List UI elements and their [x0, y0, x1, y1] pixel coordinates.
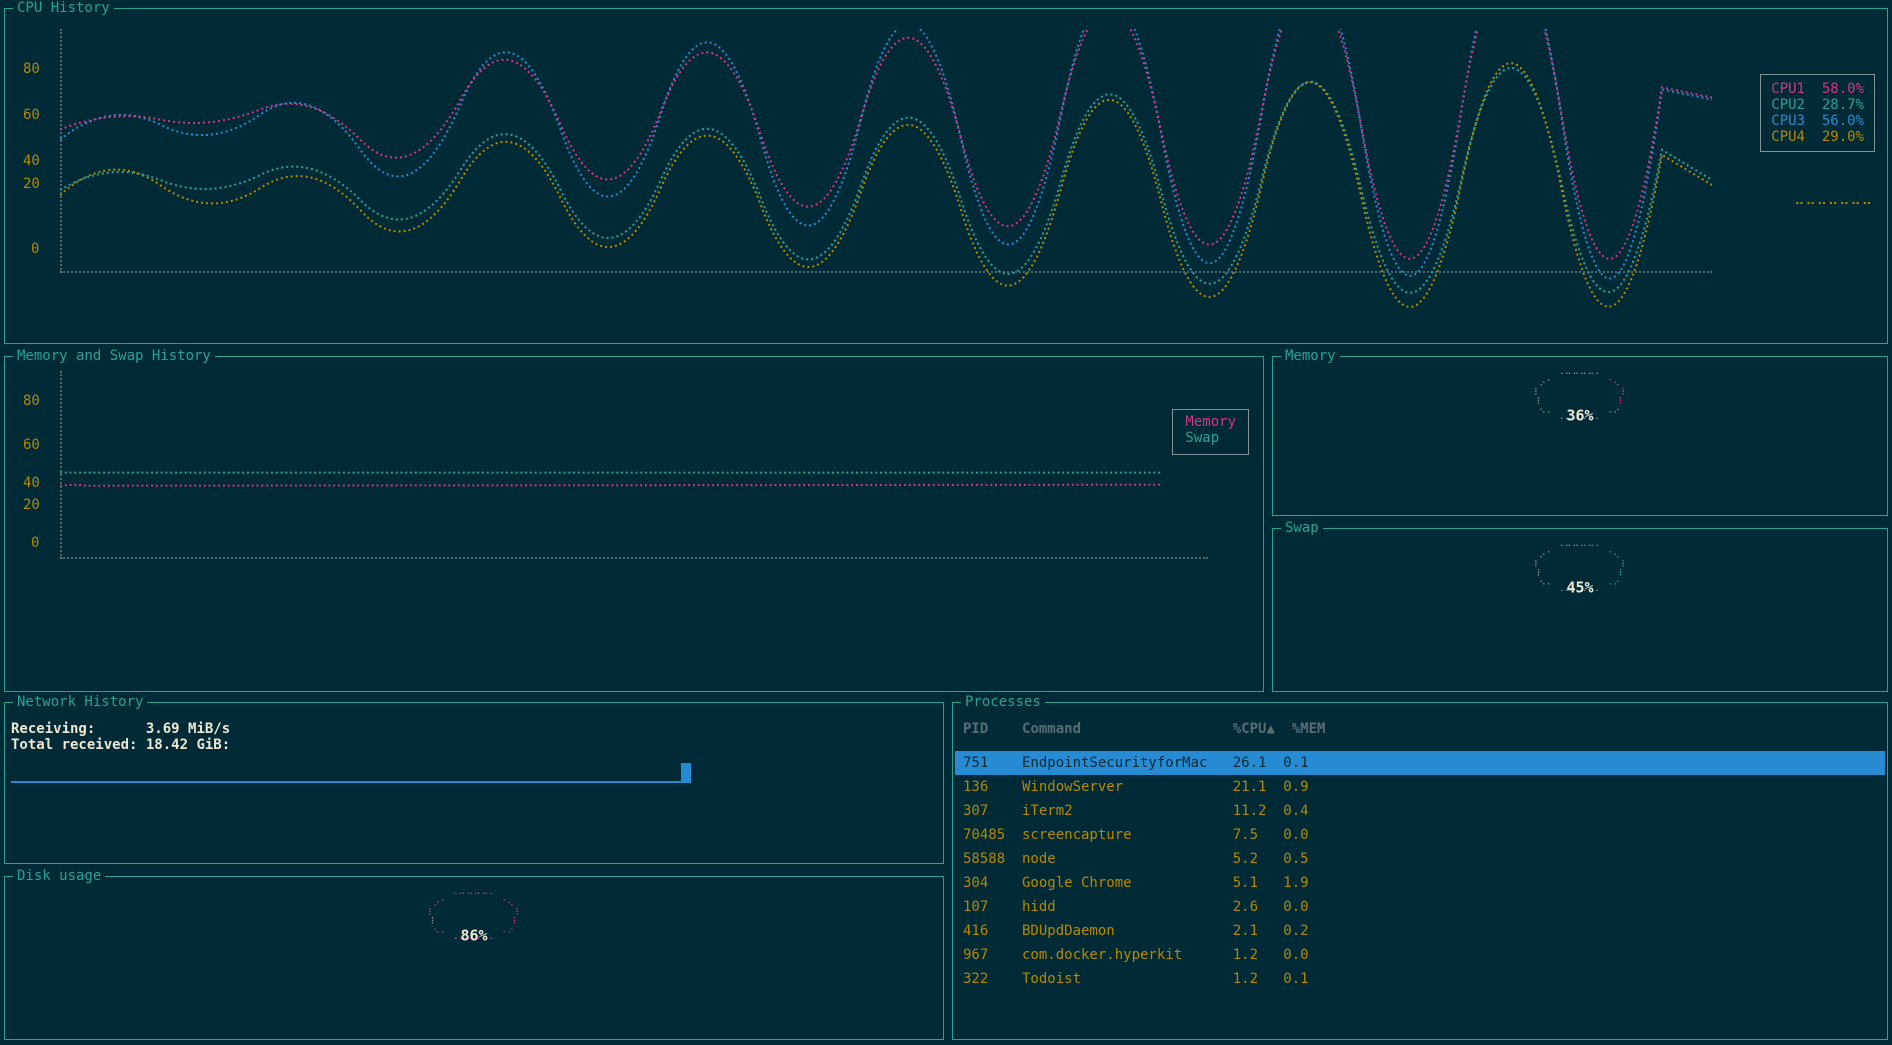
process-row[interactable]: 107 hidd 2.6 0.0	[955, 895, 1885, 919]
gauge-value: 86%	[460, 929, 487, 944]
memory-swap-history-panel: Memory and Swap History 80 60 40 20 0 Me…	[4, 356, 1264, 692]
panel-title: Swap	[1281, 520, 1323, 536]
legend-item: Memory	[1185, 414, 1236, 430]
panel-title: CPU History	[13, 0, 114, 16]
memory-gauge: ⠐⠒⠒⠒⠒⠂ ⠔⠁ ⠈⠢ ⠇ ⠸ ⠸ ⠇ ⠢⠄ ⠠⠔ ⠐⠒⠒⠒⠒⠂ 36%	[1525, 371, 1635, 461]
gauge-value: 36%	[1566, 409, 1593, 424]
axis-tick: 80	[23, 61, 40, 77]
mem-chart	[60, 377, 1163, 679]
legend-item: CPU4 29.0%	[1771, 129, 1864, 145]
cpu-legend: CPU1 58.0% CPU2 28.7% CPU3 56.0% CPU4 29…	[1760, 74, 1875, 152]
legend-item: CPU3 56.0%	[1771, 113, 1864, 129]
cpu-history-panel: CPU History 80 60 40 20 0 ⠒⠒⠒⠒⠒⠒⠒ CPU1 5…	[4, 8, 1888, 344]
process-row[interactable]: 416 BDUpdDaemon 2.1 0.2	[955, 919, 1885, 943]
legend-item: CPU2 28.7%	[1771, 97, 1864, 113]
axis-tick: 80	[23, 393, 40, 409]
process-row[interactable]: 304 Google Chrome 5.1 1.9	[955, 871, 1885, 895]
network-sparkline	[11, 765, 691, 783]
process-row[interactable]: 70485 screencapture 7.5 0.0	[955, 823, 1885, 847]
network-history-panel: Network History Receiving: 3.69 MiB/s To…	[4, 702, 944, 864]
process-table-body: 751 EndpointSecurityforMac 26.1 0.1136 W…	[955, 751, 1885, 991]
chart-tail-dots: ⠒⠒⠒⠒⠒⠒⠒	[1794, 197, 1873, 213]
processes-panel: Processes PID Command %CPU▲ %MEM 751 End…	[952, 702, 1888, 1040]
disk-gauge: ⠐⠒⠒⠒⠒⠂ ⠔⠁ ⠈⠢ ⠇ ⠸ ⠸ ⠇ ⠢⠄ ⠠⠔ ⠐⠒⠒⠒⠒⠂ 86%	[419, 891, 529, 981]
mem-legend: Memory Swap	[1172, 409, 1249, 455]
legend-item: CPU1 58.0%	[1771, 81, 1864, 97]
axis-tick: 20	[23, 497, 40, 513]
axis-tick: 60	[23, 437, 40, 453]
axis-tick: 0	[31, 241, 39, 257]
disk-usage-panel: Disk usage ⠐⠒⠒⠒⠒⠂ ⠔⠁ ⠈⠢ ⠇ ⠸ ⠸ ⠇ ⠢⠄ ⠠⠔ ⠐⠒…	[4, 876, 944, 1040]
axis-tick: 0	[31, 535, 39, 551]
axis-tick: 40	[23, 153, 40, 169]
memory-gauge-panel: Memory ⠐⠒⠒⠒⠒⠂ ⠔⠁ ⠈⠢ ⠇ ⠸ ⠸ ⠇ ⠢⠄ ⠠⠔ ⠐⠒⠒⠒⠒⠂…	[1272, 356, 1888, 516]
network-total-row: Total received: 18.42 GiB:	[11, 737, 937, 753]
process-row[interactable]: 307 iTerm2 11.2 0.4	[955, 799, 1885, 823]
process-row[interactable]: 136 WindowServer 21.1 0.9	[955, 775, 1885, 799]
swap-gauge: ⠐⠒⠒⠒⠒⠂ ⠔⠁ ⠈⠢ ⠇ ⠸ ⠸ ⠇ ⠢⠄ ⠠⠔ ⠐⠒⠒⠒⠒⠂ 45%	[1525, 543, 1635, 633]
panel-title: Disk usage	[13, 868, 105, 884]
process-row[interactable]: 751 EndpointSecurityforMac 26.1 0.1	[955, 751, 1885, 775]
axis-tick: 40	[23, 475, 40, 491]
process-row[interactable]: 967 com.docker.hyperkit 1.2 0.0	[955, 943, 1885, 967]
network-receiving-row: Receiving: 3.69 MiB/s	[11, 721, 937, 737]
legend-item: Swap	[1185, 430, 1236, 446]
swap-gauge-panel: Swap ⠐⠒⠒⠒⠒⠂ ⠔⠁ ⠈⠢ ⠇ ⠸ ⠸ ⠇ ⠢⠄ ⠠⠔ ⠐⠒⠒⠒⠒⠂ 4…	[1272, 528, 1888, 692]
panel-title: Memory and Swap History	[13, 348, 215, 364]
gauge-value: 45%	[1566, 581, 1593, 596]
cpu-chart	[60, 29, 1712, 331]
process-table-header[interactable]: PID Command %CPU▲ %MEM	[963, 721, 1877, 737]
process-row[interactable]: 58588 node 5.2 0.5	[955, 847, 1885, 871]
panel-title: Memory	[1281, 348, 1340, 364]
axis-tick: 20	[23, 176, 40, 192]
network-sparkline-peak	[681, 763, 691, 781]
panel-title: Processes	[961, 694, 1045, 710]
panel-title: Network History	[13, 694, 147, 710]
axis-tick: 60	[23, 107, 40, 123]
process-row[interactable]: 322 Todoist 1.2 0.1	[955, 967, 1885, 991]
